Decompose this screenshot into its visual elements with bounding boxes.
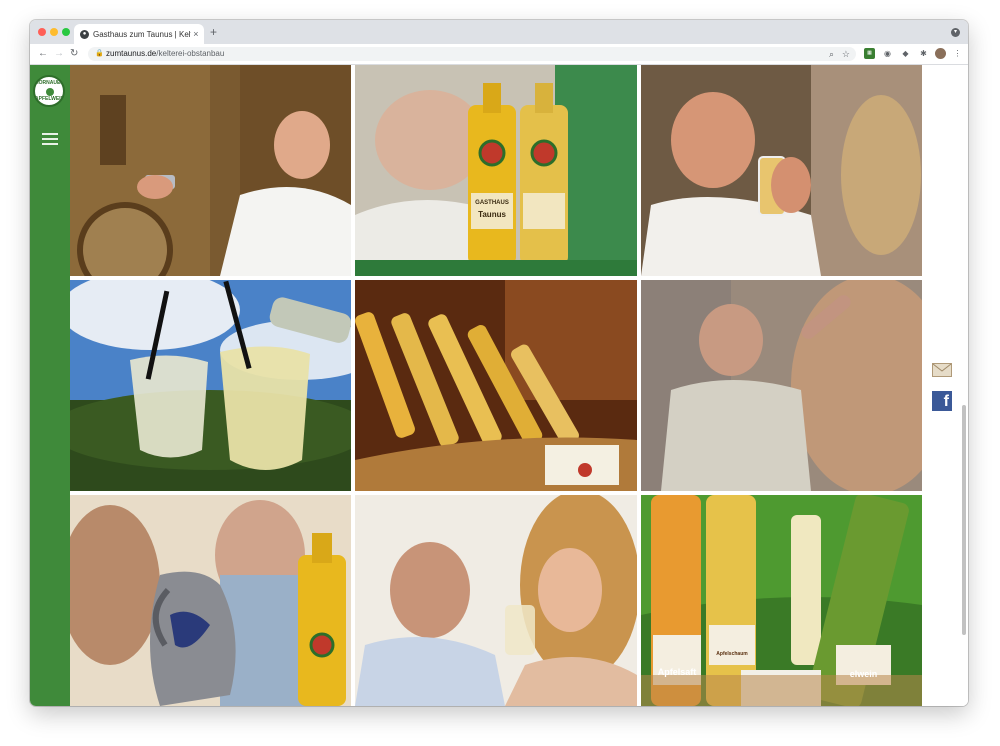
crate-label-apfelsaft: Apfelsaft: [657, 667, 697, 677]
gallery-photo-crate[interactable]: Apfelsaft Apfelschaum elwein: [641, 495, 922, 706]
minimize-window-button[interactable]: [50, 28, 58, 36]
tab-strip: ● Gasthaus zum Taunus | Kelterei × + ▾: [30, 20, 968, 44]
maximize-window-button[interactable]: [62, 28, 70, 36]
gallery-photo-bembel[interactable]: [70, 495, 351, 706]
hamburger-icon[interactable]: [42, 133, 58, 145]
brand-logo[interactable]: HORNAUER APFELWEIN: [33, 75, 65, 107]
lock-icon: 🔒: [95, 50, 104, 57]
browser-toolbar: ← → ↻ 🔒 zumtaunus.de/kelterei-obstanbau …: [30, 44, 968, 65]
gallery-photo-bottles[interactable]: GASTHAUS Taunus: [355, 65, 637, 276]
apple-icon: [46, 88, 54, 96]
address-bar[interactable]: 🔒 zumtaunus.de/kelterei-obstanbau ⌕ ☆: [88, 47, 856, 61]
star-icon[interactable]: ☆: [842, 47, 850, 61]
shield-extension-icon[interactable]: ◆: [900, 48, 911, 59]
gallery-photo-basket[interactable]: [355, 280, 637, 491]
crate-label-apfelwein: elwein: [849, 669, 878, 679]
favicon-icon: ●: [80, 29, 89, 39]
gallery-photo-cellar[interactable]: [641, 280, 922, 491]
extension-icon[interactable]: ▦: [864, 48, 875, 59]
envelope-icon[interactable]: [932, 363, 952, 377]
close-window-button[interactable]: [38, 28, 46, 36]
forward-button[interactable]: →: [54, 47, 64, 61]
bottle-label-brand: GASTHAUS: [475, 200, 509, 206]
facebook-icon[interactable]: f: [932, 391, 952, 411]
tab-search-icon[interactable]: ▾: [951, 28, 960, 37]
kebab-menu-icon[interactable]: ⋮: [952, 48, 963, 59]
gallery-photo-tasting[interactable]: [641, 65, 922, 276]
browser-tab[interactable]: ● Gasthaus zum Taunus | Kelterei ×: [74, 24, 204, 44]
gallery-photo-couple[interactable]: [355, 495, 637, 706]
gallery-photo-barrel-tap[interactable]: [70, 65, 351, 276]
camera-extension-icon[interactable]: ◉: [882, 48, 893, 59]
zoom-icon[interactable]: ⌕: [829, 47, 834, 61]
crate-label-apfelschaum: Apfelschaum: [716, 651, 748, 657]
tab-close-icon[interactable]: ×: [191, 29, 201, 39]
puzzle-icon[interactable]: ✱: [918, 48, 929, 59]
tab-title: Gasthaus zum Taunus | Kelterei: [93, 29, 191, 39]
sidebar: HORNAUER APFELWEIN: [30, 65, 70, 706]
page-content: HORNAUER APFELWEIN GASTHAUS Taunus Apfel…: [30, 65, 968, 706]
reload-button[interactable]: ↻: [70, 47, 78, 61]
back-button[interactable]: ←: [38, 47, 48, 61]
new-tab-button[interactable]: +: [210, 25, 217, 39]
gallery-photo-spritz[interactable]: [70, 280, 351, 491]
photo-gallery: GASTHAUS Taunus Apfelsaft Apfelschaum el…: [70, 65, 922, 706]
scrollbar[interactable]: [962, 405, 966, 635]
bottle-label-name: Taunus: [478, 210, 506, 219]
url-text: zumtaunus.de/kelterei-obstanbau: [106, 49, 225, 58]
browser-window: ● Gasthaus zum Taunus | Kelterei × + ▾ ←…: [30, 20, 968, 706]
profile-avatar[interactable]: [935, 48, 946, 59]
